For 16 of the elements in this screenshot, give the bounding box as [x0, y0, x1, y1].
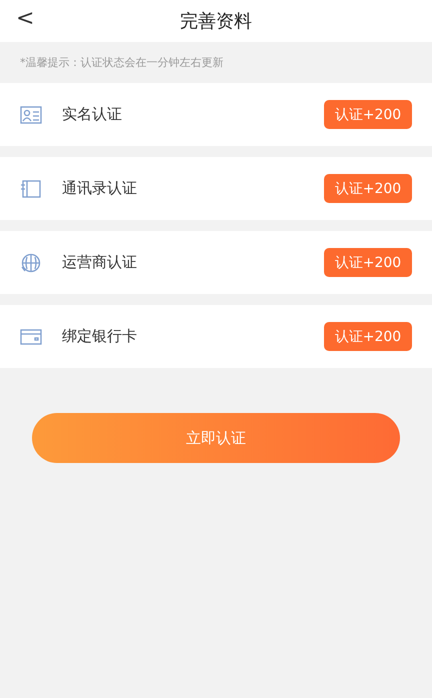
globe-icon	[20, 252, 42, 272]
row-label: 通讯录认证	[62, 179, 138, 198]
tip-text: *温馨提示：认证状态会在一分钟左右更新	[19, 55, 224, 71]
bank-card-icon	[20, 326, 42, 346]
verify-button[interactable]: 认证+200	[324, 100, 412, 129]
row-label: 实名认证	[62, 105, 123, 124]
address-book-icon	[20, 178, 42, 198]
verify-button[interactable]: 认证+200	[324, 248, 412, 277]
verify-button[interactable]: 认证+200	[324, 322, 412, 351]
id-card-icon	[20, 104, 42, 124]
submit-button[interactable]: 立即认证	[32, 413, 400, 463]
row-label: 绑定银行卡	[62, 327, 138, 346]
row-label: 运营商认证	[62, 253, 138, 272]
back-button[interactable]: <	[10, 6, 40, 31]
page-title: 完善资料	[180, 10, 252, 33]
verify-button[interactable]: 认证+200	[324, 174, 412, 203]
